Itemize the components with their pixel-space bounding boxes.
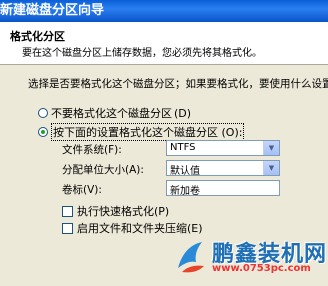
compression-label: 启用文件和文件夹压缩(E) [77, 222, 203, 235]
volume-input[interactable]: 新加卷 [166, 180, 280, 197]
allocation-label: 分配单位大小(A): [62, 164, 144, 176]
checkbox-quick-format[interactable]: 执行快速格式化(P) [62, 203, 169, 219]
filesystem-select[interactable]: NTFS ▼ [166, 140, 280, 156]
radio-format-label-wrap: 按下面的设置格式化这个磁盘分区 (O): [51, 123, 245, 141]
window-title: 新建磁盘分区向导 [0, 3, 105, 18]
wizard-header: 格式化分区 要在这个磁盘分区上储存数据，您必须先将其格式化。 [0, 22, 328, 65]
chevron-down-icon[interactable]: ▼ [263, 161, 279, 175]
allocation-value: 默认值 [170, 166, 200, 177]
radio-format-hotkey: (O): [221, 126, 243, 139]
page-title: 格式化分区 [10, 30, 65, 43]
filesystem-label: 文件系统(F): [62, 144, 122, 156]
chevron-down-icon[interactable]: ▼ [263, 141, 279, 155]
radio-no-format-hotkey: (D) [174, 106, 192, 120]
radio-button[interactable] [38, 108, 48, 118]
radio-no-format-label: 不要格式化这个磁盘分区 [51, 107, 172, 120]
instruction-text: 选择是否要格式化这个磁盘分区；如果要格式化，要使用什么设置。 [28, 78, 328, 90]
watermark-logo-icon [178, 242, 204, 273]
radio-format[interactable]: 按下面的设置格式化这个磁盘分区 (O): [38, 123, 245, 141]
radio-no-format[interactable]: 不要格式化这个磁盘分区 (D) [38, 105, 191, 121]
volume-label: 卷标(V): [62, 184, 102, 196]
window-titlebar[interactable]: 新建磁盘分区向导 [0, 0, 328, 22]
quick-format-label: 执行快速格式化(P) [77, 205, 170, 218]
volume-value: 新加卷 [170, 186, 200, 197]
filesystem-value: NTFS [170, 142, 196, 153]
page-subtitle: 要在这个磁盘分区上储存数据，您必须先将其格式化。 [22, 48, 262, 59]
checkbox-box[interactable] [62, 205, 73, 217]
checkbox-box[interactable] [62, 222, 73, 234]
radio-button-selected[interactable] [38, 127, 48, 137]
watermark-url: www.0753pc.com [212, 263, 311, 274]
site-watermark: 鹏鑫装机网 www.0753pc.com [172, 236, 326, 280]
allocation-select[interactable]: 默认值 ▼ [166, 160, 280, 177]
radio-format-label: 按下面的设置格式化这个磁盘分区 [53, 126, 218, 139]
checkbox-compression[interactable]: 启用文件和文件夹压缩(E) [62, 220, 203, 236]
